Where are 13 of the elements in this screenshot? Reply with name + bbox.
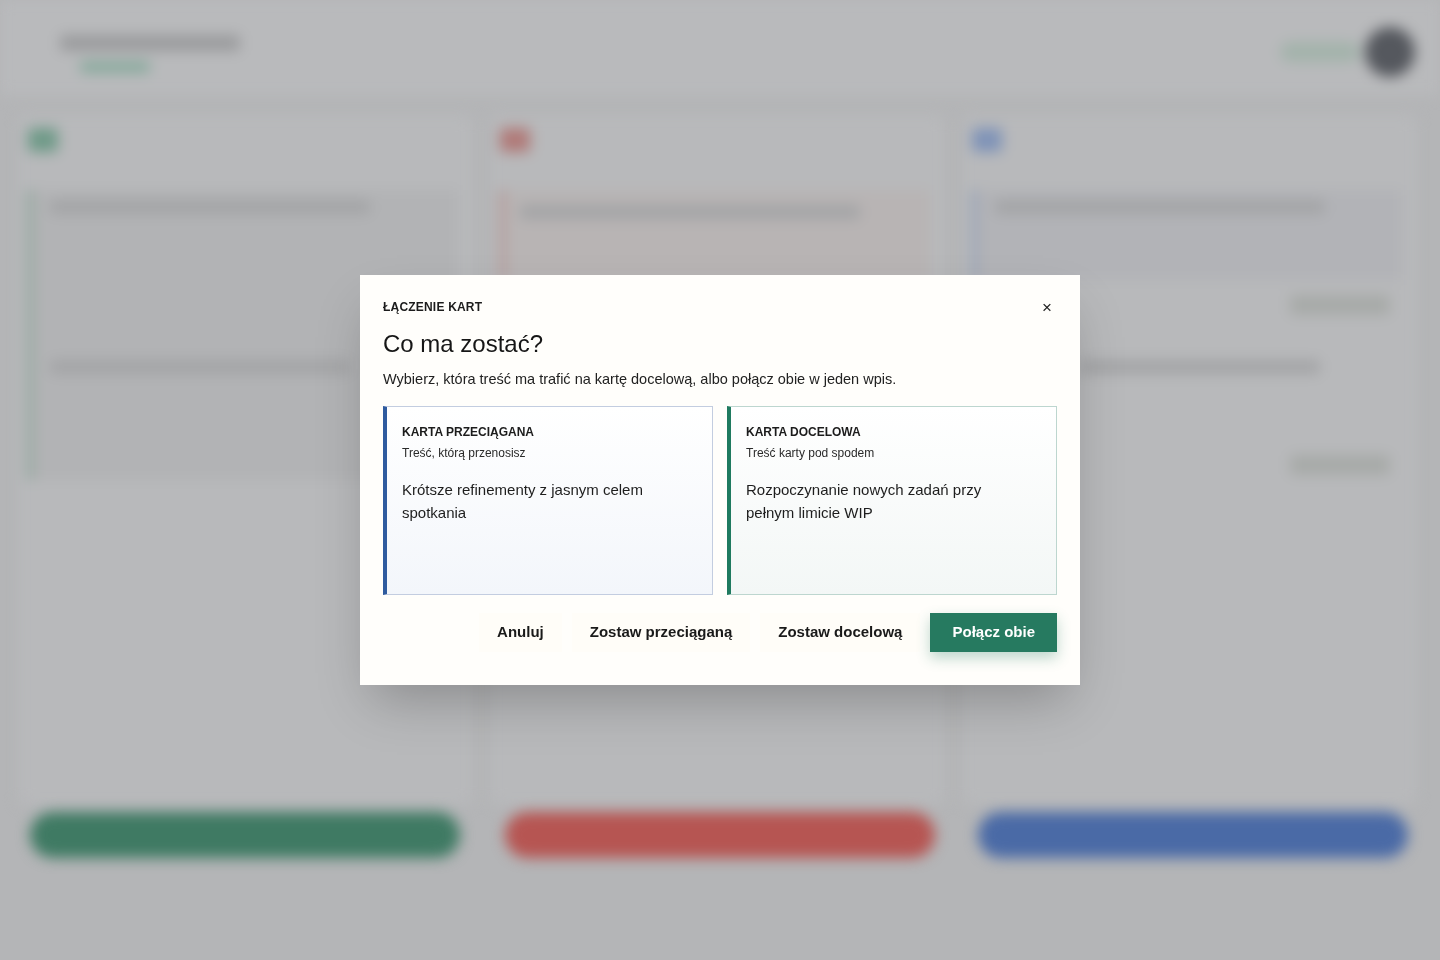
card-text: Krótsze refinementy z jasnym celem spotkania: [402, 480, 644, 523]
card-preview[interactable]: KARTA PRZECIĄGANA Treść, którą przenosisz Krótsze refinementy z jasnym celem spotkania: [383, 406, 713, 595]
dialog-eyebrow: ŁĄCZENIE KART: [383, 299, 483, 316]
card-preview[interactable]: KARTA DOCELOWA Treść karty pod spodem Rozpoczynanie nowych zadań przy pełnym limicie WIP: [727, 406, 1057, 595]
close-button[interactable]: ×: [1037, 297, 1057, 317]
card-heading: KARTA PRZECIĄGANA: [402, 424, 535, 440]
card-subheading: Treść karty pod spodem: [746, 445, 876, 461]
primary-button[interactable]: Połącz obie: [930, 613, 1057, 652]
dialog-description: Wybierz, która treść ma trafić na kartę docelową, albo połącz obie w jeden wpis.: [383, 370, 898, 389]
card-subheading: Treść, którą przenosisz: [402, 445, 527, 461]
card-heading: KARTA DOCELOWA: [746, 424, 862, 440]
card-text: Rozpoczynanie nowych zadań przy pełnym limicie WIP: [746, 480, 983, 523]
dialog-title: Co ma zostać?: [383, 329, 545, 359]
